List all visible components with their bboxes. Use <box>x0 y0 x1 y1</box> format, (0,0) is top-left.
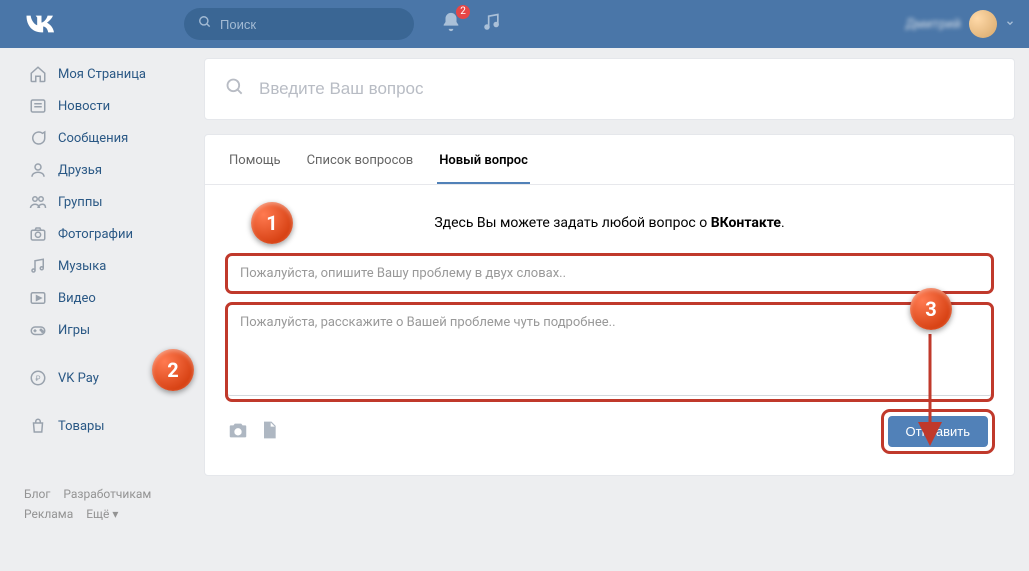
footer-link-blog[interactable]: Блог <box>24 484 50 504</box>
sidebar-item-label: Игры <box>58 323 90 338</box>
sidebar-item-label: Друзья <box>58 163 102 178</box>
notifications-button[interactable]: 2 <box>440 11 462 37</box>
question-search-card <box>204 58 1015 120</box>
tab-new-question[interactable]: Новый вопрос <box>437 135 530 184</box>
global-search-input[interactable] <box>220 17 390 32</box>
sidebar-item-music[interactable]: Музыка <box>24 250 188 282</box>
attach-document-icon[interactable] <box>259 419 279 445</box>
news-icon <box>28 96 48 116</box>
left-sidebar: Моя Страница Новости Сообщения Друзья Гр… <box>24 58 188 524</box>
search-icon <box>198 15 212 33</box>
sidebar-item-label: Группы <box>58 195 102 210</box>
music-button[interactable] <box>482 12 502 36</box>
callout-1: 1 <box>251 202 293 244</box>
callout-2: 2 <box>152 349 194 391</box>
sidebar-item-label: Товары <box>58 419 104 434</box>
sidebar-item-label: Сообщения <box>58 131 128 146</box>
tab-help[interactable]: Помощь <box>227 135 283 184</box>
body-textarea[interactable] <box>227 304 992 396</box>
sidebar-item-label: VK Pay <box>58 371 99 386</box>
submit-button[interactable]: Отправить <box>888 416 988 447</box>
gamepad-icon <box>28 320 48 340</box>
footer-links: Блог Разработчикам Реклама Ещё ▾ <box>24 484 188 524</box>
pay-icon: ₽ <box>28 368 48 388</box>
body-field-wrap <box>227 304 992 400</box>
chevron-down-icon <box>1005 17 1015 32</box>
user-icon <box>28 160 48 180</box>
subject-input[interactable] <box>227 255 992 292</box>
sidebar-item-news[interactable]: Новости <box>24 90 188 122</box>
subject-field-wrap <box>227 255 992 292</box>
support-form-card: Помощь Список вопросов Новый вопрос Здес… <box>204 134 1015 476</box>
tabs-bar: Помощь Список вопросов Новый вопрос <box>205 135 1014 185</box>
global-search[interactable] <box>184 8 414 40</box>
vk-logo-icon[interactable] <box>24 9 54 39</box>
top-header: 2 Дмитрий <box>0 0 1029 48</box>
search-icon <box>225 77 245 101</box>
sidebar-item-label: Моя Страница <box>58 67 146 82</box>
heading-prefix: Здесь Вы можете задать любой вопрос о <box>434 215 710 231</box>
submit-highlight: Отправить <box>884 412 992 451</box>
bag-icon <box>28 416 48 436</box>
video-icon <box>28 288 48 308</box>
user-menu[interactable]: Дмитрий <box>906 10 1015 38</box>
user-name: Дмитрий <box>906 17 961 32</box>
home-icon <box>28 64 48 84</box>
callout-3: 3 <box>910 288 952 330</box>
sidebar-item-goods[interactable]: Товары <box>24 410 188 442</box>
camera-icon <box>28 224 48 244</box>
heading-brand: ВКонтакте <box>711 215 781 231</box>
sidebar-item-messages[interactable]: Сообщения <box>24 122 188 154</box>
music-icon <box>28 256 48 276</box>
heading-suffix: . <box>781 215 785 231</box>
footer-link-developers[interactable]: Разработчикам <box>63 484 151 504</box>
svg-text:₽: ₽ <box>36 374 41 383</box>
users-icon <box>28 192 48 212</box>
sidebar-item-video[interactable]: Видео <box>24 282 188 314</box>
sidebar-item-friends[interactable]: Друзья <box>24 154 188 186</box>
sidebar-item-games[interactable]: Игры <box>24 314 188 346</box>
notification-badge: 2 <box>456 5 470 19</box>
attach-photo-icon[interactable] <box>227 419 249 445</box>
chat-icon <box>28 128 48 148</box>
tab-question-list[interactable]: Список вопросов <box>305 135 416 184</box>
question-search-input[interactable] <box>259 79 994 99</box>
sidebar-item-label: Музыка <box>58 259 106 274</box>
sidebar-item-label: Новости <box>58 99 110 114</box>
sidebar-item-groups[interactable]: Группы <box>24 186 188 218</box>
main-content: Помощь Список вопросов Новый вопрос Здес… <box>204 58 1015 524</box>
sidebar-item-photos[interactable]: Фотографии <box>24 218 188 250</box>
sidebar-item-my-page[interactable]: Моя Страница <box>24 58 188 90</box>
avatar <box>969 10 997 38</box>
footer-link-more[interactable]: Ещё ▾ <box>86 504 118 524</box>
form-heading: Здесь Вы можете задать любой вопрос о ВК… <box>227 215 992 231</box>
sidebar-item-label: Видео <box>58 291 96 306</box>
footer-link-ads[interactable]: Реклама <box>24 504 73 524</box>
sidebar-item-label: Фотографии <box>58 227 133 242</box>
